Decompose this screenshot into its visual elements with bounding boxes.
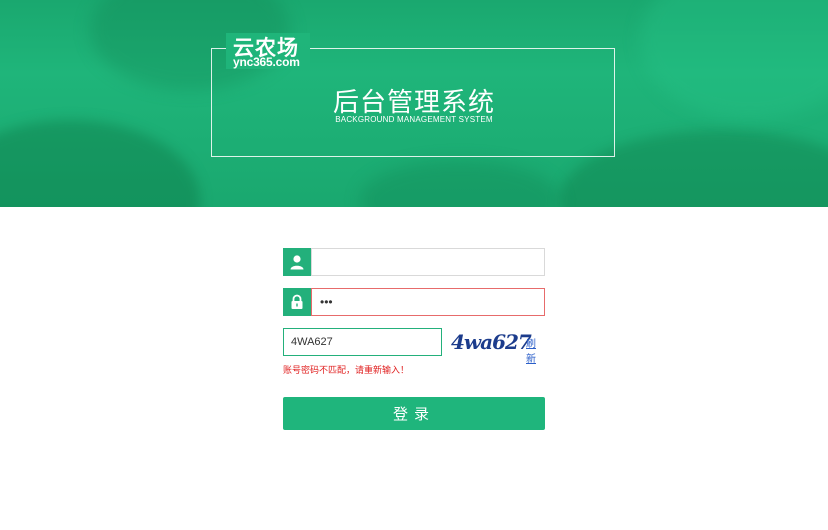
background-decoration: [360, 160, 560, 207]
captcha-image[interactable]: 4wa627: [451, 330, 532, 354]
lock-icon: [283, 288, 311, 316]
hero-banner: 云农场 ync365.com 后台管理系统 BACKGROUND MANAGEM…: [0, 0, 828, 207]
password-input[interactable]: •••: [311, 288, 545, 316]
captcha-row: 4WA627 4wa627 刷新: [283, 328, 545, 365]
login-button[interactable]: 登录: [283, 397, 545, 430]
error-message: 账号密码不匹配，请重新输入！: [283, 365, 410, 375]
username-row: [283, 248, 545, 276]
background-decoration: [0, 120, 200, 207]
page-title: 后台管理系统: [332, 87, 495, 117]
user-icon: [283, 248, 311, 276]
page-subtitle: BACKGROUND MANAGEMENT SYSTEM: [335, 115, 493, 124]
refresh-captcha-link[interactable]: 刷新: [526, 335, 545, 365]
username-input[interactable]: [311, 248, 545, 276]
captcha-input[interactable]: 4WA627: [283, 328, 442, 356]
logo-domain: ync365.com: [233, 55, 300, 69]
password-row: •••: [283, 288, 545, 316]
